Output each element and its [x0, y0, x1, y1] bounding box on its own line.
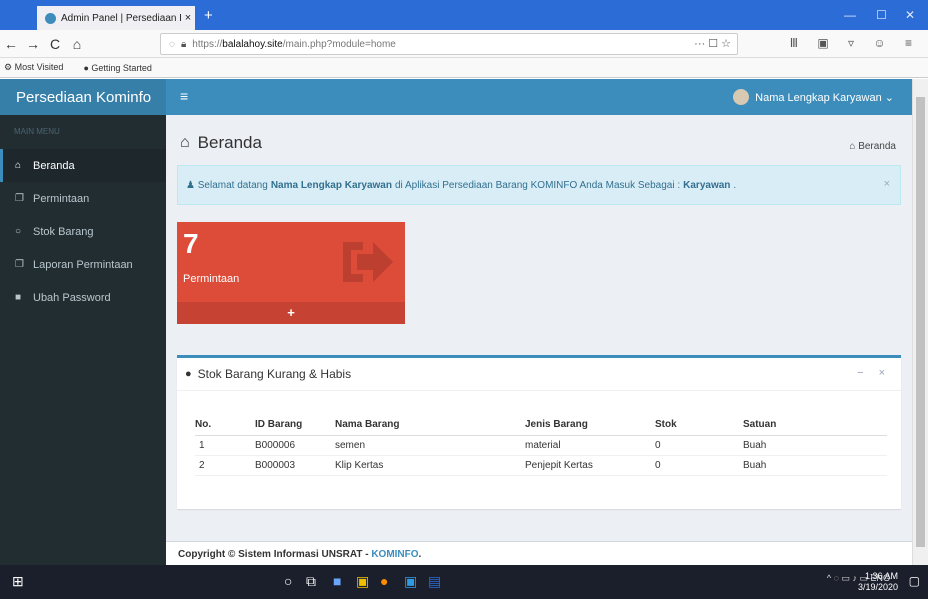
page-footer: Copyright © Sistem Informasi UNSRAT - KO…	[166, 541, 912, 565]
sign-out-icon	[343, 242, 393, 282]
sidebar-item-label: Laporan Permintaan	[33, 258, 133, 271]
sidebar-item-stok-barang[interactable]: ○ Stok Barang	[0, 215, 166, 248]
favicon-icon	[45, 12, 56, 24]
browser-titlebar: Admin Panel | Persediaan Komi × + — ☐ ✕	[0, 0, 928, 30]
minimize-icon[interactable]: —	[844, 8, 856, 22]
menu-toggle-icon[interactable]: ≡	[180, 88, 188, 104]
avatar	[733, 89, 750, 105]
stock-box-title: Stok Barang Kurang & Habis	[197, 367, 352, 381]
tab-close-button[interactable]: ×	[181, 12, 195, 24]
sidebar-item-label: Permintaan	[33, 192, 90, 205]
brand-logo[interactable]: Persediaan Kominfo	[0, 79, 166, 115]
copy-icon: ❐	[15, 259, 24, 270]
stock-table: No. ID Barang Nama Barang Jenis Barang S…	[195, 415, 887, 476]
forward-icon[interactable]: →	[22, 36, 44, 52]
search-icon[interactable]: ○	[284, 573, 292, 589]
sidebar-item-laporan-permintaan[interactable]: ❐ Laporan Permintaan	[0, 248, 166, 281]
sidebar-item-beranda[interactable]: ⌂ Beranda	[0, 149, 166, 182]
bookmark-getting-started[interactable]: ● Getting Started	[83, 63, 161, 73]
col-header: Jenis Barang	[525, 415, 655, 436]
col-header: Satuan	[743, 415, 887, 436]
bookmark-most-visited[interactable]: ⚙ Most Visited	[4, 62, 73, 73]
bookmarks-bar: ⚙ Most Visited ● Getting Started	[0, 58, 928, 78]
url-domain: balalahoy.site	[222, 38, 283, 50]
sidebar-item-ubah-password[interactable]: ■ Ubah Password	[0, 281, 166, 314]
sidebar-header: MAIN MENU	[14, 127, 60, 136]
table-row: 2 B000003 Klip Kertas Penjepit Kertas 0 …	[195, 455, 887, 476]
scrollbar-thumb[interactable]	[916, 97, 925, 547]
lock-icon: ■	[15, 292, 22, 303]
back-icon[interactable]: ←	[0, 36, 22, 52]
browser-tab[interactable]: Admin Panel | Persediaan Komi ×	[37, 6, 195, 30]
app-window: Persediaan Kominfo ≡ Nama Lengkap Karyaw…	[0, 79, 912, 565]
browser-navbar: ← → C ⌂ ◌ 🔒︎ https://balalahoy.site/main…	[0, 30, 928, 58]
box-tools[interactable]: − ×	[857, 367, 891, 379]
home-icon: ⌂	[15, 160, 22, 171]
sidebar-item-label: Stok Barang	[33, 225, 94, 238]
maximize-icon[interactable]: ☐	[876, 8, 887, 22]
task-view-icon[interactable]: ⧉	[306, 573, 316, 590]
sidebar: MAIN MENU ⌂ Beranda ❐ Permintaan ○ Stok …	[0, 115, 166, 565]
sidebar-item-permintaan[interactable]: ❐ Permintaan	[0, 182, 166, 215]
circle-icon: ○	[15, 226, 22, 237]
sidebar-item-label: Beranda	[33, 159, 75, 172]
reload-icon[interactable]: C	[44, 36, 66, 52]
tab-title: Admin Panel | Persediaan Komi	[61, 12, 181, 24]
firefox-icon[interactable]: ●	[380, 573, 388, 589]
home-icon: ⌂	[180, 134, 190, 151]
col-header: Stok	[655, 415, 743, 436]
taskbar: ⊞ ○ ⧉ ■ ▣ ● ▣ ▤ ^ ◌ ▭ ♪ ▭ ENG 1:36 AM 3/…	[0, 565, 928, 599]
top-navbar: ≡ Nama Lengkap Karyawan ⌄	[166, 79, 912, 115]
stat-label: Permintaan	[183, 273, 240, 285]
home-browser-icon[interactable]: ⌂	[66, 36, 88, 52]
table-row: 1 B000006 semen material 0 Buah	[195, 435, 887, 456]
sidebar-item-label: Ubah Password	[33, 291, 111, 304]
word-icon[interactable]: ▤	[428, 573, 441, 590]
new-tab-button[interactable]: +	[204, 7, 213, 24]
user-name: Nama Lengkap Karyawan ⌄	[755, 91, 894, 104]
file-explorer-icon[interactable]: ■	[333, 573, 341, 589]
stock-box-header: ● Stok Barang Kurang & Habis	[177, 358, 901, 391]
url-path: /main.php?module=home	[282, 38, 396, 50]
scrollbar[interactable]	[912, 79, 928, 565]
lock-icon: 🔒︎	[180, 38, 187, 50]
welcome-alert: ♟ Selamat datang Nama Lengkap Karyawan d…	[177, 165, 901, 205]
notification-icon[interactable]: ▢	[909, 574, 920, 588]
clock[interactable]: 1:36 AM 3/19/2020	[858, 571, 898, 593]
info-icon: ●	[185, 368, 192, 380]
stock-box: ● Stok Barang Kurang & Habis − × No. ID …	[177, 355, 901, 509]
user-menu[interactable]: Nama Lengkap Karyawan ⌄	[733, 89, 894, 105]
windows-start-icon[interactable]: ⊞	[12, 573, 24, 590]
stat-count: 7	[183, 228, 199, 259]
url-bar[interactable]: ◌ 🔒︎ https://balalahoy.site/main.php?mod…	[160, 33, 738, 55]
shield-icon: ◌	[169, 38, 175, 50]
col-header: No.	[195, 415, 255, 436]
copy-icon: ❐	[15, 193, 24, 204]
permintaan-stat-box: 7 Permintaan +	[177, 222, 405, 324]
alert-close-button[interactable]: ×	[884, 178, 890, 190]
breadcrumb[interactable]: ⌂ Beranda	[849, 141, 896, 152]
close-window-icon[interactable]: ✕	[905, 8, 915, 22]
page-actions-icon[interactable]: ··· ☐ ☆	[694, 37, 731, 50]
store-icon[interactable]: ▣	[356, 573, 369, 590]
url-prefix: https://	[192, 38, 223, 50]
media-icon[interactable]: ▣	[404, 573, 417, 590]
toolbar-icons[interactable]: Ⅲ ▣ ▿ ☺ ≡	[790, 36, 920, 50]
footer-link[interactable]: KOMINFO	[371, 549, 418, 560]
stat-more-button[interactable]: +	[177, 302, 405, 324]
col-header: ID Barang	[255, 415, 335, 436]
col-header: Nama Barang	[335, 415, 525, 436]
page-title: ⌂ Beranda	[180, 133, 262, 152]
user-icon: ♟	[186, 179, 195, 191]
